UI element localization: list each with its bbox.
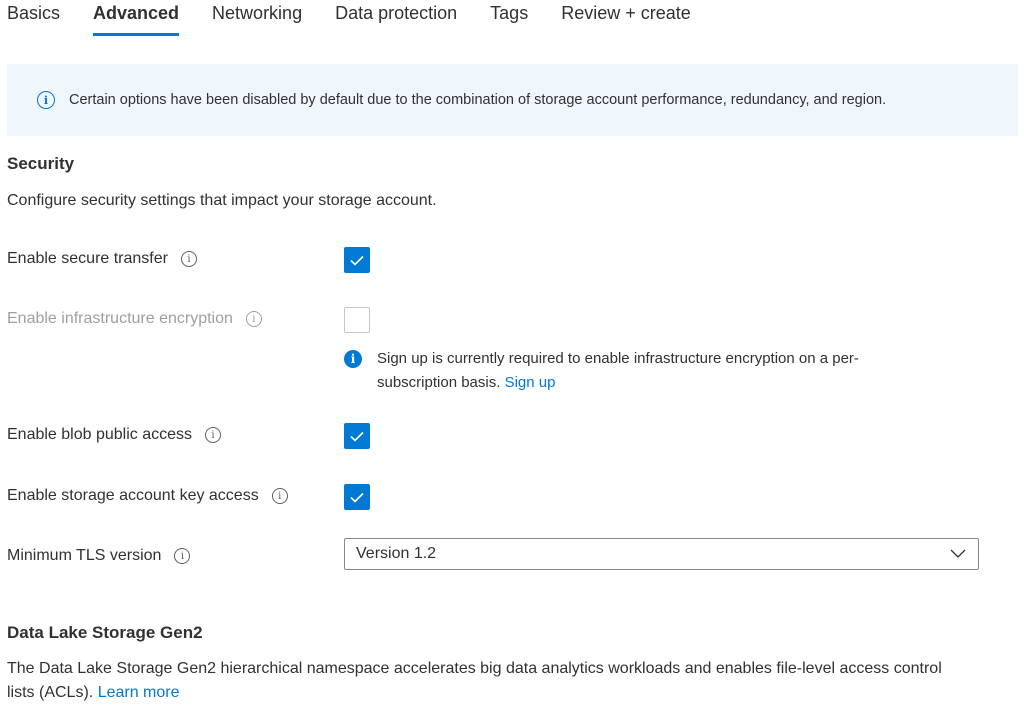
sign-up-link[interactable]: Sign up [505,374,556,391]
infra-encryption-row: Enable infrastructure encryption i [7,310,262,328]
secure-transfer-checkbox[interactable] [344,247,370,273]
info-tooltip-icon[interactable]: i [174,548,191,564]
tab-data-protection[interactable]: Data protection [335,0,457,37]
checkmark-icon [350,255,364,266]
info-icon: i [37,91,55,109]
security-description: Configure security settings that impact … [7,192,437,209]
info-tooltip-icon[interactable]: i [271,488,288,504]
tls-label: Minimum TLS version [7,547,162,564]
blob-public-access-row: Enable blob public access i [7,426,222,444]
info-banner-text: Certain options have been disabled by de… [69,92,887,108]
chevron-down-icon [950,549,966,558]
key-access-checkbox[interactable] [344,484,370,510]
tab-networking[interactable]: Networking [212,0,302,37]
secure-transfer-label: Enable secure transfer [7,250,168,267]
learn-more-link[interactable]: Learn more [98,684,180,701]
infra-encryption-checkbox [344,307,370,333]
tab-review-create[interactable]: Review + create [561,0,691,37]
tls-version-value: Version 1.2 [356,545,437,562]
tab-tags[interactable]: Tags [490,0,528,37]
data-lake-description: The Data Lake Storage Gen2 hierarchical … [7,657,967,705]
security-heading: Security [7,154,75,173]
tab-bar: Basics Advanced Networking Data protecti… [7,0,724,40]
tab-advanced[interactable]: Advanced [93,0,180,37]
blob-public-access-checkbox[interactable] [344,423,370,449]
info-tooltip-icon[interactable]: i [245,311,262,327]
info-filled-icon: i [344,350,362,368]
infra-encryption-notice: i Sign up is currently required to enabl… [344,347,924,395]
info-banner: i Certain options have been disabled by … [7,64,1018,136]
infra-encryption-label: Enable infrastructure encryption [7,310,233,327]
info-tooltip-icon[interactable]: i [180,251,197,267]
key-access-row: Enable storage account key access i [7,487,288,505]
tls-version-dropdown[interactable]: Version 1.2 [344,538,979,570]
info-tooltip-icon[interactable]: i [205,427,222,443]
blob-public-access-label: Enable blob public access [7,426,193,443]
checkmark-icon [350,431,364,442]
secure-transfer-row: Enable secure transfer i [7,250,197,268]
notice-text: Sign up is currently required to enable … [377,350,859,391]
tls-row: Minimum TLS version i [7,547,191,565]
key-access-label: Enable storage account key access [7,487,259,504]
data-lake-heading: Data Lake Storage Gen2 [7,623,203,642]
tab-basics[interactable]: Basics [7,0,60,37]
checkmark-icon [350,492,364,503]
